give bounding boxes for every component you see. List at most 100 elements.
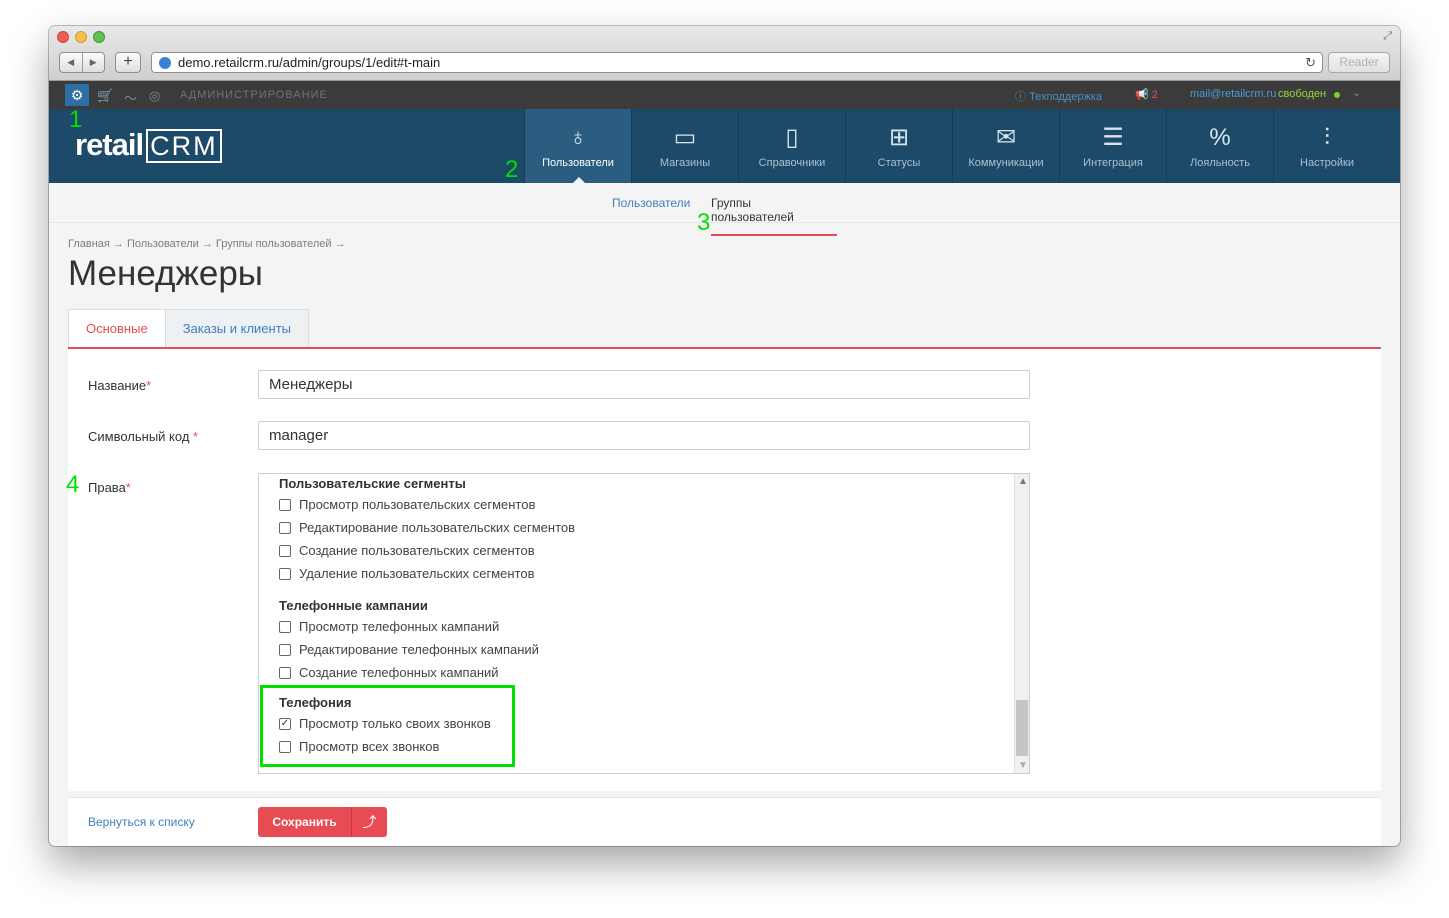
reload-icon[interactable]: ↻ — [1305, 53, 1316, 72]
cart-icon[interactable]: 🛒 — [97, 88, 113, 104]
required-mark: * — [146, 378, 152, 393]
annotation-1: 1 — [69, 106, 83, 133]
rights-item[interactable]: Удаление пользовательских сегментов — [279, 566, 535, 581]
rights-item-label: Просмотр пользовательских сегментов — [299, 497, 536, 512]
rights-list[interactable]: Пользовательские сегменты Просмотр польз… — [258, 473, 1030, 774]
arrow-up-icon: ⤴ — [362, 814, 377, 830]
tab-orders-clients[interactable]: Заказы и клиенты — [164, 309, 310, 348]
tab-main[interactable]: Основные — [68, 309, 166, 348]
tabs: Основные Заказы и клиенты — [68, 309, 310, 348]
menu-item-integration[interactable]: ☰ Интеграция — [1059, 109, 1166, 183]
user-status: свободен — [1278, 88, 1327, 100]
menu-label: Справочники — [758, 157, 826, 169]
sub-navigation: Пользователи Группы пользователей — [49, 183, 1400, 236]
reader-button[interactable]: Reader — [1328, 52, 1390, 73]
minimize-window-button[interactable] — [75, 31, 87, 43]
required-mark: * — [125, 480, 131, 495]
subnav-users[interactable]: Пользователи — [612, 196, 690, 210]
menu-item-loyalty[interactable]: % Лояльность — [1166, 109, 1273, 183]
rights-item[interactable]: Редактирование телефонных кампаний — [279, 642, 539, 657]
menu-label: Магазины — [659, 157, 711, 169]
checkbox[interactable] — [279, 521, 291, 534]
browser-chrome: ⤢ ◀ ▶ + demo.retailcrm.ru/admin/groups/1… — [49, 26, 1400, 81]
menu-item-settings[interactable]: ⫶ Настройки — [1273, 109, 1380, 183]
scrollbar[interactable]: ▲ ▼ — [1014, 474, 1029, 773]
name-label-text: Название — [88, 378, 147, 393]
form-footer: Вернуться к списку Сохранить ⤴ — [68, 797, 1381, 846]
address-bar[interactable]: demo.retailcrm.ru/admin/groups/1/edit#t-… — [151, 52, 1323, 73]
logo-boxed-text: CRM — [146, 129, 222, 163]
sliders-icon: ⫶ — [1324, 124, 1330, 151]
shop-icon: ▭ — [673, 124, 697, 151]
checkbox[interactable] — [279, 544, 291, 557]
notifications-button[interactable]: 📢 2 — [1135, 88, 1158, 101]
chevron-down-icon[interactable]: ⌄ — [1352, 86, 1361, 99]
rights-item-label: Редактирование телефонных кампаний — [299, 642, 539, 657]
notifications-count: 2 — [1151, 89, 1158, 101]
checkbox[interactable] — [279, 498, 291, 511]
document-icon: ▯ — [785, 124, 799, 151]
required-mark: * — [193, 429, 199, 444]
menu-item-shops[interactable]: ▭ Магазины — [631, 109, 738, 183]
back-arrow-icon[interactable]: ◀ — [60, 53, 82, 72]
rights-item[interactable]: Создание пользовательских сегментов — [279, 543, 535, 558]
gear-icon[interactable]: ⚙ — [65, 84, 89, 106]
zoom-window-button[interactable] — [93, 31, 105, 43]
globe-icon — [159, 57, 171, 69]
checkbox[interactable] — [279, 620, 291, 633]
retailcrm-logo[interactable]: retail CRM — [75, 127, 222, 163]
rights-item-label: Удаление пользовательских сегментов — [299, 566, 535, 581]
support-label: Техподдержка — [1029, 91, 1102, 103]
rights-item[interactable]: Просмотр телефонных кампаний — [279, 619, 499, 634]
name-label: Название* — [88, 378, 151, 393]
highlight-box — [260, 685, 515, 767]
chevron-up-icon[interactable]: ▲ — [1018, 476, 1028, 487]
new-tab-button[interactable]: + — [115, 52, 141, 73]
rights-item[interactable]: Просмотр пользовательских сегментов — [279, 497, 535, 512]
status-dot — [1334, 92, 1340, 98]
save-and-up-button[interactable]: ⤴ — [351, 807, 387, 837]
subnav-groups[interactable]: Группы пользователей — [711, 196, 837, 236]
checkbox[interactable] — [279, 643, 291, 656]
code-input[interactable]: manager — [258, 421, 1030, 450]
rights-group-title: Пользовательские сегменты — [279, 476, 466, 491]
back-to-list-link[interactable]: Вернуться к списку — [88, 815, 195, 829]
menu-label: Статусы — [877, 157, 921, 169]
rights-item-label: Просмотр телефонных кампаний — [299, 619, 500, 634]
menu-item-communications[interactable]: ✉ Коммуникации — [952, 109, 1059, 183]
breadcrumb[interactable]: Главная → Пользователи → Группы пользова… — [68, 238, 346, 250]
rights-item-label: Редактирование пользовательских сегменто… — [299, 520, 576, 535]
url-text: demo.retailcrm.ru/admin/groups/1/edit#t-… — [178, 55, 441, 70]
rights-label-text: Права — [88, 480, 126, 495]
user-email[interactable]: mail@retailcrm.ru — [1190, 88, 1276, 100]
close-window-button[interactable] — [57, 31, 69, 43]
menu-item-statuses[interactable]: ⊞ Статусы — [845, 109, 952, 183]
support-link[interactable]: ⓘ Техподдержка — [1015, 88, 1102, 104]
rights-item[interactable]: Редактирование пользовательских сегменто… — [279, 520, 575, 535]
chevron-down-icon[interactable]: ▼ — [1018, 760, 1028, 771]
page-title: Менеджеры — [68, 254, 263, 293]
rights-item-label: Создание телефонных кампаний — [299, 665, 499, 680]
annotation-4: 4 — [66, 471, 80, 498]
save-button[interactable]: Сохранить — [258, 807, 351, 837]
chart-icon[interactable]: 〜 — [124, 88, 137, 107]
forward-arrow-icon[interactable]: ▶ — [81, 53, 105, 72]
menu-label: Лояльность — [1190, 157, 1250, 169]
rights-group-title: Телефонные кампании — [279, 598, 428, 613]
logo-text: retail — [75, 127, 144, 162]
rights-item[interactable]: Создание телефонных кампаний — [279, 665, 499, 680]
fullscreen-icon[interactable]: ⤢ — [1383, 30, 1392, 43]
envelope-icon: ✉ — [995, 124, 1017, 151]
name-input[interactable]: Менеджеры — [258, 370, 1030, 399]
menu-label: Интеграция — [1083, 157, 1143, 169]
rights-label: Права* — [88, 480, 131, 495]
target-icon[interactable]: ◎ — [149, 88, 160, 104]
menu-item-references[interactable]: ▯ Справочники — [738, 109, 845, 183]
checkbox[interactable] — [279, 666, 291, 679]
menu-item-users[interactable]: ♁ Пользователи — [524, 109, 631, 183]
browser-window: ⤢ ◀ ▶ + demo.retailcrm.ru/admin/groups/1… — [49, 26, 1400, 846]
code-label: Символьный код * — [88, 429, 198, 444]
percent-tag-icon: % — [1209, 124, 1231, 151]
scrollbar-thumb[interactable] — [1016, 700, 1028, 756]
checkbox[interactable] — [279, 567, 291, 580]
